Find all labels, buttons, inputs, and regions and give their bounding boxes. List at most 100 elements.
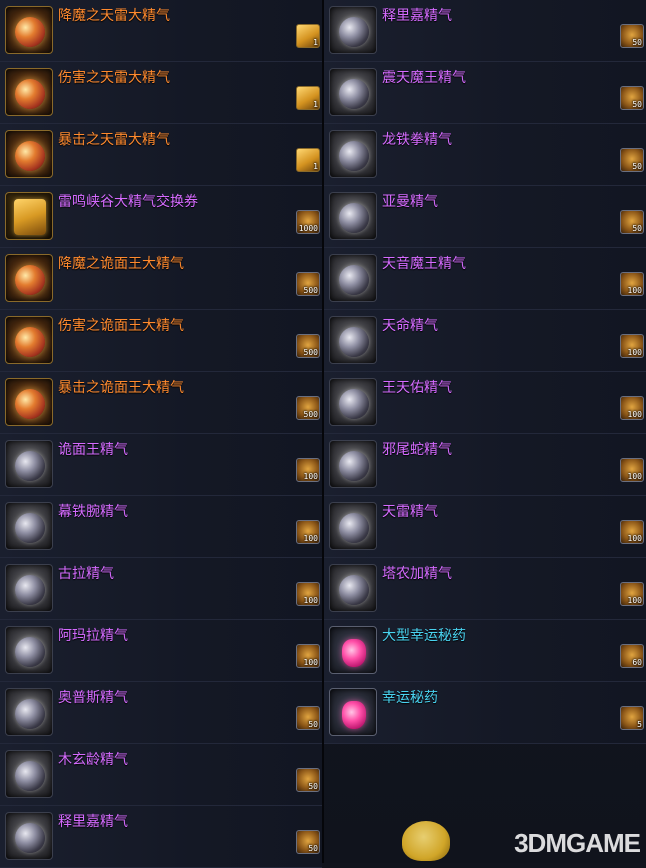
shop-item-row[interactable]: 伤害之诡面王大精气 500 (0, 310, 322, 372)
shop-item-row[interactable]: 天音魔王精气 100 (324, 248, 646, 310)
coin-cost-icon: 100 (620, 458, 644, 482)
orb-icon[interactable] (5, 688, 53, 736)
item-name: 释里嘉精气 (382, 8, 452, 24)
item-artwork (339, 513, 369, 543)
shop-item-row[interactable]: 龙铁拳精气 50 (324, 124, 646, 186)
orb-icon[interactable] (5, 440, 53, 488)
shop-item-row[interactable]: 奥普斯精气 50 (0, 682, 322, 744)
item-artwork (15, 699, 45, 729)
item-artwork (342, 639, 366, 667)
shop-item-row[interactable]: 邪尾蛇精气 100 (324, 434, 646, 496)
shop-item-row[interactable]: 幕铁腕精气 100 (0, 496, 322, 558)
watermark-logo-icon (402, 821, 450, 861)
shop-item-row[interactable]: 幸运秘药 5 (324, 682, 646, 744)
item-cost: 60 (632, 658, 642, 667)
right-item-list: 释里嘉精气 50 震天魔王精气 50 龙铁拳精气 50 亚曼精气 50 天音魔王精气 100 天命精… (324, 0, 646, 863)
shop-item-row[interactable]: 诡面王精气 100 (0, 434, 322, 496)
gold-orb-icon[interactable] (5, 316, 53, 364)
coin-cost-icon: 500 (296, 396, 320, 420)
orb-icon[interactable] (5, 564, 53, 612)
shop-item-row[interactable]: 阿玛拉精气 100 (0, 620, 322, 682)
item-cost: 1 (313, 162, 318, 171)
gold-orb-icon[interactable] (5, 68, 53, 116)
orb-icon[interactable] (5, 812, 53, 860)
potion-icon[interactable] (329, 626, 377, 674)
voucher-cost-icon: 1 (296, 86, 320, 110)
item-name: 邪尾蛇精气 (382, 442, 452, 458)
shop-item-row[interactable]: 王天佑精气 100 (324, 372, 646, 434)
orb-icon[interactable] (329, 6, 377, 54)
orb-icon[interactable] (329, 440, 377, 488)
shop-item-row[interactable]: 暴击之诡面王大精气 500 (0, 372, 322, 434)
coin-cost-icon: 100 (296, 582, 320, 606)
item-cost: 50 (308, 720, 318, 729)
orb-icon[interactable] (329, 130, 377, 178)
coin-cost-icon: 100 (620, 520, 644, 544)
coin-cost-icon: 50 (620, 24, 644, 48)
item-cost: 500 (303, 348, 318, 357)
shop-item-row[interactable]: 亚曼精气 50 (324, 186, 646, 248)
shop-item-row[interactable]: 降魔之天雷大精气 1 (0, 0, 322, 62)
item-cost: 1000 (298, 224, 318, 233)
gold-orb-icon[interactable] (5, 254, 53, 302)
shop-item-row[interactable]: 天命精气 100 (324, 310, 646, 372)
item-name: 天雷精气 (382, 504, 438, 520)
gold-orb-icon[interactable] (5, 378, 53, 426)
item-artwork (15, 389, 45, 419)
item-cost: 100 (627, 534, 642, 543)
orb-icon[interactable] (329, 502, 377, 550)
coin-cost-icon: 500 (296, 334, 320, 358)
item-name: 雷鸣峡谷大精气交换券 (58, 194, 198, 210)
shop-item-row[interactable]: 塔农加精气 100 (324, 558, 646, 620)
item-artwork (339, 141, 369, 171)
item-name: 降魔之诡面王大精气 (58, 256, 184, 272)
item-cost: 100 (303, 534, 318, 543)
orb-icon[interactable] (329, 254, 377, 302)
gold-orb-icon[interactable] (5, 130, 53, 178)
shop-item-row[interactable]: 释里嘉精气 50 (0, 806, 322, 868)
orb-icon[interactable] (5, 626, 53, 674)
orb-icon[interactable] (329, 192, 377, 240)
shop-item-row[interactable]: 暴击之天雷大精气 1 (0, 124, 322, 186)
item-name: 震天魔王精气 (382, 70, 466, 86)
coin-cost-icon: 50 (296, 706, 320, 730)
item-cost: 50 (308, 782, 318, 791)
item-cost: 5 (637, 720, 642, 729)
item-cost: 100 (627, 348, 642, 357)
item-cost: 100 (627, 410, 642, 419)
gold-orb-icon[interactable] (5, 6, 53, 54)
shop-item-row[interactable]: 震天魔王精气 50 (324, 62, 646, 124)
shop-item-row[interactable]: 古拉精气 100 (0, 558, 322, 620)
coin-cost-icon: 100 (620, 334, 644, 358)
item-artwork (339, 79, 369, 109)
orb-icon[interactable] (329, 68, 377, 116)
potion-icon[interactable] (329, 688, 377, 736)
orb-icon[interactable] (5, 750, 53, 798)
item-cost: 50 (308, 844, 318, 853)
item-name: 塔农加精气 (382, 566, 452, 582)
item-artwork (339, 17, 369, 47)
item-cost: 50 (632, 162, 642, 171)
shop-item-row[interactable]: 木玄龄精气 50 (0, 744, 322, 806)
orb-icon[interactable] (329, 316, 377, 364)
orb-icon[interactable] (329, 564, 377, 612)
item-name: 木玄龄精气 (58, 752, 128, 768)
item-artwork (339, 389, 369, 419)
voucher-cost-icon: 1 (296, 148, 320, 172)
item-name: 伤害之诡面王大精气 (58, 318, 184, 334)
shop-item-row[interactable]: 伤害之天雷大精气 1 (0, 62, 322, 124)
item-name: 伤害之天雷大精气 (58, 70, 170, 86)
shop-item-row[interactable]: 雷鸣峡谷大精气交换券 1000 (0, 186, 322, 248)
ticket-icon[interactable] (5, 192, 53, 240)
left-item-list: 降魔之天雷大精气 1 伤害之天雷大精气 1 暴击之天雷大精气 1 雷鸣峡谷大精气交换券 100… (0, 0, 322, 868)
shop-item-row[interactable]: 降魔之诡面王大精气 500 (0, 248, 322, 310)
item-artwork (15, 513, 45, 543)
shop-item-row[interactable]: 天雷精气 100 (324, 496, 646, 558)
orb-icon[interactable] (329, 378, 377, 426)
shop-item-row[interactable]: 大型幸运秘药 60 (324, 620, 646, 682)
coin-cost-icon: 100 (620, 272, 644, 296)
shop-item-row[interactable]: 释里嘉精气 50 (324, 0, 646, 62)
item-artwork (15, 17, 45, 47)
item-artwork (15, 141, 45, 171)
orb-icon[interactable] (5, 502, 53, 550)
